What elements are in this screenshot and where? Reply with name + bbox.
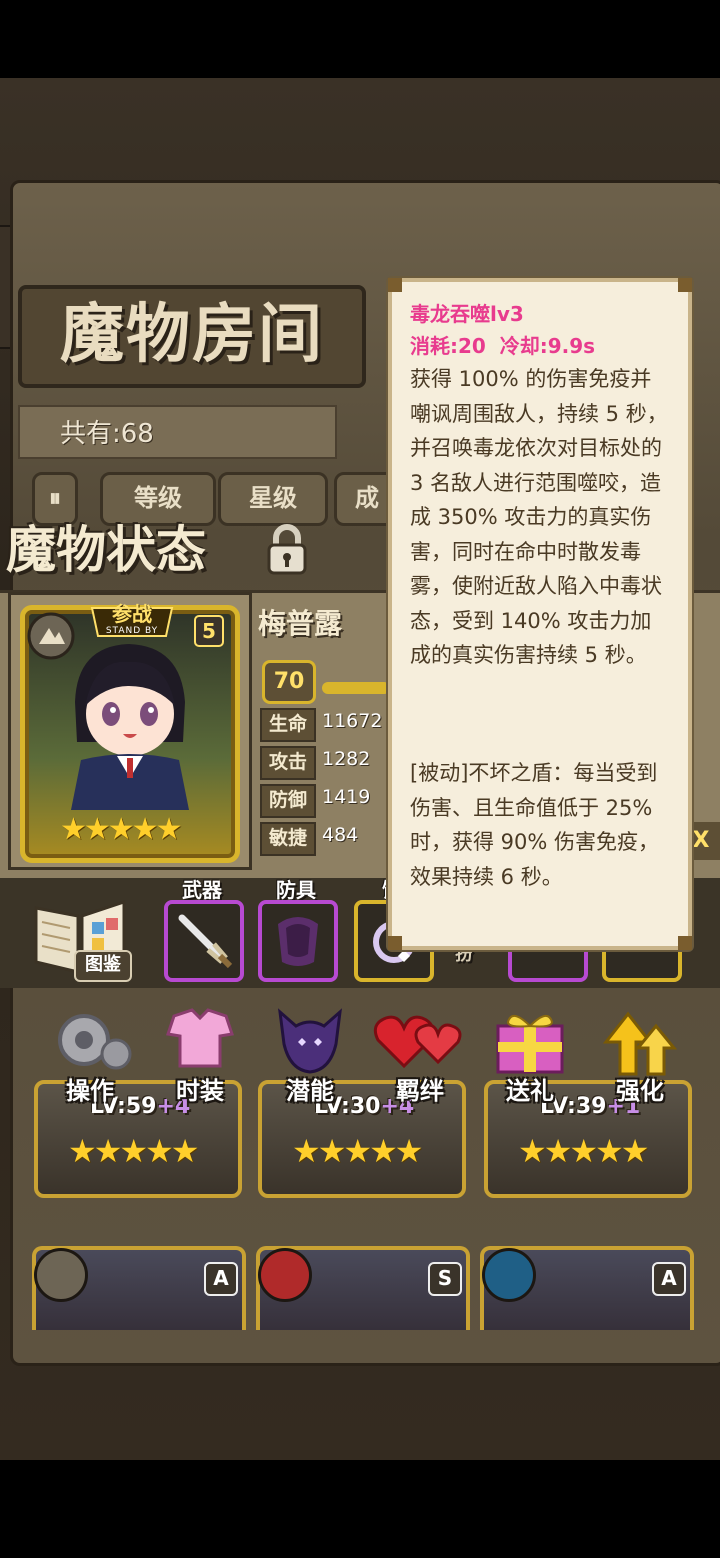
water-element-icon	[482, 1248, 536, 1302]
sword-icon	[178, 914, 233, 969]
character-stars: ★★★★★	[60, 812, 182, 847]
monster-count: 共有:68	[60, 419, 154, 449]
standby-label: 参战	[112, 602, 152, 626]
monster-card[interactable]: A	[32, 1246, 246, 1330]
potential-label: 潜能	[286, 1077, 334, 1105]
bond-button[interactable]: 羁绊	[368, 1000, 472, 1112]
monster-card[interactable]: S	[256, 1246, 470, 1330]
stat-label: 攻击	[260, 746, 316, 780]
lock-icon[interactable]	[264, 522, 310, 576]
grade-badge: S	[428, 1262, 462, 1296]
card-stars: ★★★★★	[68, 1132, 199, 1170]
fire-element-icon	[258, 1248, 312, 1302]
costume-icon	[166, 1008, 234, 1068]
weapon-label: 武器	[182, 878, 222, 902]
character-name: 梅普露	[258, 607, 343, 640]
status-title: 魔物状态	[6, 521, 206, 579]
potential-button[interactable]: 潜能	[258, 1000, 362, 1112]
bond-label: 羁绊	[396, 1077, 444, 1105]
experience-bar	[322, 682, 390, 694]
grade-badge: A	[204, 1262, 238, 1296]
stat-row-defense: 防御 1419	[260, 784, 390, 818]
gift-button[interactable]: 送礼	[478, 1000, 582, 1112]
tooltip-corner	[678, 278, 692, 292]
tooltip-corner	[678, 936, 692, 950]
stat-value: 1282	[322, 748, 371, 770]
bottom-nav-bar	[0, 1460, 720, 1558]
stat-row-agility: 敏捷 484	[260, 822, 390, 856]
stat-label: 防御	[260, 784, 316, 818]
enhance-button[interactable]: 强化	[588, 1000, 692, 1112]
card-stars: ★★★★★	[518, 1132, 649, 1170]
grade-badge: A	[652, 1262, 686, 1296]
level-badge: 70	[262, 660, 316, 704]
stat-row-hp: 生命 11672	[260, 708, 390, 742]
skill-cost-cooldown: 消耗:20 冷却:9.9s	[410, 334, 596, 358]
skill-description: 获得 100% 的伤害免疫并嘲讽周围敌人，持续 5 秒，并召唤毒龙依次对目标处的…	[410, 367, 668, 667]
operate-button[interactable]: 操作	[38, 1000, 142, 1112]
standby-sublabel: STAND BY	[105, 626, 159, 636]
gear-icon	[58, 1014, 132, 1070]
sort-bar: ⏸ 等级 星级 成	[18, 472, 400, 526]
armor-label: 防具	[276, 878, 316, 902]
weapon-slot[interactable]	[164, 900, 244, 982]
passive-description: [被动]不坏之盾：每当受到伤害、且生命值低于 25% 时，获得 90% 伤害免疫…	[410, 761, 660, 889]
monster-card[interactable]: A	[480, 1246, 694, 1330]
demon-icon	[278, 1008, 342, 1074]
stat-value: 1419	[322, 786, 371, 808]
stat-label: 敏捷	[260, 822, 316, 856]
stat-value: 484	[322, 824, 359, 846]
earth-element-icon	[34, 1248, 88, 1302]
armor-slot[interactable]	[258, 900, 338, 982]
tooltip-corner	[388, 936, 402, 950]
stat-value: 11672	[322, 710, 383, 732]
room-title: 魔物房间	[18, 285, 366, 388]
skill-title: 毒龙吞噬lv3	[410, 302, 524, 326]
tooltip-corner	[388, 278, 402, 292]
enhance-label: 强化	[616, 1077, 664, 1105]
card-stars: ★★★★★	[292, 1132, 423, 1170]
top-status-bar	[0, 0, 720, 78]
stat-label: 生命	[260, 708, 316, 742]
gift-label: 送礼	[506, 1077, 554, 1105]
armor-icon	[278, 917, 318, 966]
upgrade-arrows-icon	[602, 1011, 678, 1076]
costume-button[interactable]: 时装	[148, 1000, 252, 1112]
codex-label[interactable]: 图鉴	[74, 950, 132, 982]
gift-icon	[496, 1015, 564, 1074]
costume-label: 时装	[176, 1077, 224, 1105]
hearts-icon	[373, 1015, 462, 1069]
stat-row-attack: 攻击 1282	[260, 746, 390, 780]
operate-label: 操作	[66, 1077, 114, 1105]
svg-text:5: 5	[202, 619, 216, 643]
